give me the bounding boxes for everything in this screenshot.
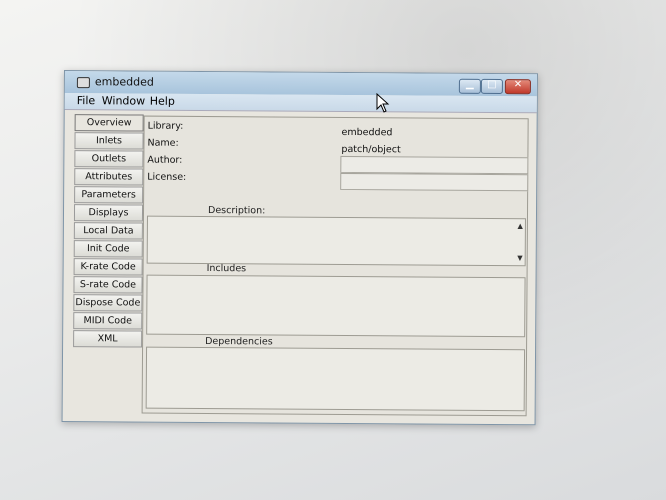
close-button[interactable]: ✕ — [504, 79, 531, 95]
tab-parameters[interactable]: Parameters — [74, 186, 144, 204]
close-icon: ✕ — [513, 79, 523, 91]
menu-bar: File Window Help — [64, 93, 537, 114]
minimize-icon: ▁ — [466, 78, 474, 90]
description-textarea[interactable]: ▲ ▼ — [146, 215, 526, 267]
dependencies-area[interactable] — [145, 346, 526, 412]
maximize-button[interactable]: □ — [480, 78, 503, 95]
tab-inlets[interactable]: Inlets — [74, 132, 144, 150]
menu-file[interactable]: File — [77, 94, 96, 107]
scroll-up-icon[interactable]: ▲ — [518, 222, 523, 230]
tab-local-data[interactable]: Local Data — [73, 222, 143, 240]
tab-list: Overview Inlets Outlets Attributes Param… — [73, 114, 144, 348]
tab-attributes[interactable]: Attributes — [74, 168, 144, 186]
tab-dispose-code[interactable]: Dispose Code — [73, 294, 143, 312]
tab-outlets[interactable]: Outlets — [74, 150, 144, 168]
scroll-down-icon[interactable]: ▼ — [517, 254, 522, 262]
name-label: Name: — [147, 137, 179, 149]
maximize-icon: □ — [487, 78, 497, 91]
license-label: License: — [147, 171, 187, 183]
title-bar[interactable]: embedded ▁ □ ✕ — [64, 71, 537, 97]
window-title: embedded — [94, 75, 154, 89]
tab-init-code[interactable]: Init Code — [73, 240, 143, 258]
tab-k-rate-code[interactable]: K-rate Code — [73, 258, 143, 276]
tab-xml[interactable]: XML — [73, 330, 143, 348]
object-editor-window: embedded ▁ □ ✕ File Window Help Overview… — [61, 70, 538, 426]
tab-s-rate-code[interactable]: S-rate Code — [73, 276, 143, 294]
library-label: Library: — [147, 120, 184, 132]
library-value: embedded — [341, 126, 393, 139]
name-value: patch/object — [341, 143, 401, 156]
tab-midi-code[interactable]: MIDI Code — [73, 312, 143, 330]
author-field[interactable] — [340, 155, 529, 175]
includes-label: Includes — [206, 263, 247, 275]
app-icon — [76, 77, 90, 89]
license-field[interactable] — [340, 172, 529, 192]
author-label: Author: — [147, 154, 183, 166]
tab-displays[interactable]: Displays — [73, 204, 144, 222]
minimize-button[interactable]: ▁ — [458, 78, 481, 94]
tab-overview[interactable]: Overview — [74, 114, 144, 132]
dependencies-label: Dependencies — [205, 335, 273, 348]
menu-help[interactable]: Help — [150, 95, 175, 108]
includes-area[interactable] — [146, 274, 526, 338]
overview-panel: Library: embedded Name: patch/object Aut… — [141, 115, 529, 417]
description-label: Description: — [207, 205, 266, 217]
menu-window[interactable]: Window — [102, 94, 145, 107]
